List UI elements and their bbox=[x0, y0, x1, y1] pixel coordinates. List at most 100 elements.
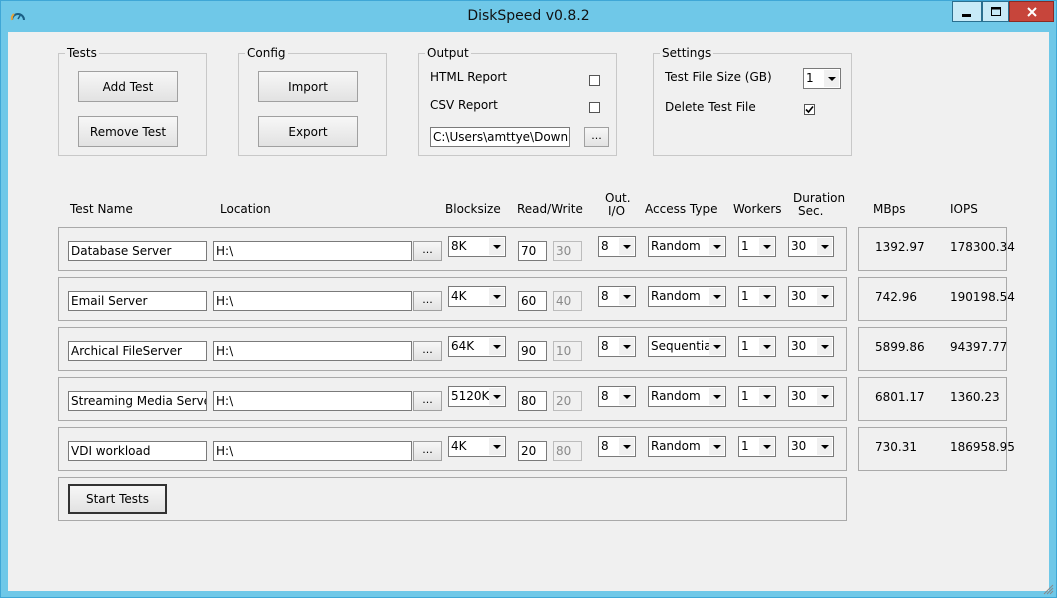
chevron-down-icon bbox=[817, 388, 832, 405]
workers-select-value: 1 bbox=[741, 239, 749, 253]
location-field[interactable]: H:\ bbox=[213, 391, 412, 411]
location-browse-button[interactable]: ... bbox=[413, 441, 442, 461]
location-browse-button[interactable]: ... bbox=[413, 291, 442, 311]
chevron-down-icon bbox=[619, 238, 634, 255]
outstanding-io-select[interactable]: 8 bbox=[598, 286, 636, 307]
chevron-down-icon bbox=[619, 288, 634, 305]
window-title: DiskSpeed v0.8.2 bbox=[467, 8, 590, 24]
duration-select[interactable]: 30 bbox=[788, 336, 834, 357]
blocksize-select[interactable]: 5120K bbox=[448, 386, 506, 407]
access-type-select-value: Random bbox=[651, 289, 701, 303]
blocksize-select-value: 64K bbox=[451, 339, 475, 353]
chevron-down-icon bbox=[817, 438, 832, 455]
blocksize-select[interactable]: 8K bbox=[448, 236, 506, 257]
test-name-field[interactable]: VDI workload bbox=[68, 441, 207, 461]
location-browse-button[interactable]: ... bbox=[413, 391, 442, 411]
add-test-button[interactable]: Add Test bbox=[78, 71, 178, 102]
read-percent-field[interactable]: 60 bbox=[518, 291, 547, 311]
col-mbps: MBps bbox=[873, 202, 906, 216]
chevron-down-icon bbox=[817, 238, 832, 255]
title-bar[interactable]: DiskSpeed v0.8.2 bbox=[1, 1, 1056, 31]
output-path-field[interactable]: C:\Users\amttye\Downloads bbox=[430, 127, 570, 147]
col-duration-2: Sec. bbox=[798, 204, 824, 218]
duration-select-value: 30 bbox=[791, 389, 807, 403]
read-percent-field[interactable]: 90 bbox=[518, 341, 547, 361]
import-button[interactable]: Import bbox=[258, 71, 358, 102]
chevron-down-icon bbox=[824, 70, 839, 87]
export-button[interactable]: Export bbox=[258, 116, 358, 147]
outstanding-io-select-value: 8 bbox=[601, 339, 609, 353]
remove-test-button[interactable]: Remove Test bbox=[78, 116, 178, 147]
output-browse-button[interactable]: ... bbox=[584, 127, 609, 147]
delete-file-checkbox[interactable] bbox=[804, 104, 815, 115]
minimize-icon bbox=[962, 13, 971, 17]
chevron-down-icon bbox=[709, 438, 724, 455]
mbps-value: 1392.97 bbox=[875, 240, 925, 254]
col-out-io-2: I/O bbox=[608, 204, 626, 218]
chevron-down-icon bbox=[759, 388, 774, 405]
workers-select-value: 1 bbox=[741, 339, 749, 353]
access-type-select[interactable]: Random bbox=[648, 386, 726, 407]
access-type-select[interactable]: Random bbox=[648, 236, 726, 257]
html-report-checkbox[interactable] bbox=[589, 75, 600, 86]
duration-select[interactable]: 30 bbox=[788, 236, 834, 257]
chevron-down-icon bbox=[709, 388, 724, 405]
location-browse-button[interactable]: ... bbox=[413, 241, 442, 261]
chevron-down-icon bbox=[489, 338, 504, 355]
col-workers: Workers bbox=[733, 202, 782, 216]
resize-grip-icon[interactable] bbox=[1042, 583, 1054, 595]
mbps-value: 730.31 bbox=[875, 440, 917, 454]
chevron-down-icon bbox=[817, 338, 832, 355]
location-field[interactable]: H:\ bbox=[213, 441, 412, 461]
blocksize-select-value: 4K bbox=[451, 289, 467, 303]
iops-value: 178300.34 bbox=[950, 240, 1015, 254]
access-type-select-value: Random bbox=[651, 239, 701, 253]
csv-report-checkbox[interactable] bbox=[589, 102, 600, 113]
test-row: Database Server H:\ ... 8K 70 30 8 Rando… bbox=[8, 227, 1049, 271]
chevron-down-icon bbox=[709, 338, 724, 355]
maximize-icon bbox=[990, 6, 1001, 16]
read-percent-field[interactable]: 20 bbox=[518, 441, 547, 461]
access-type-select[interactable]: Sequential bbox=[648, 336, 726, 357]
duration-select[interactable]: 30 bbox=[788, 436, 834, 457]
chevron-down-icon bbox=[619, 388, 634, 405]
outstanding-io-select-value: 8 bbox=[601, 289, 609, 303]
access-type-select[interactable]: Random bbox=[648, 286, 726, 307]
location-field[interactable]: H:\ bbox=[213, 241, 412, 261]
maximize-button[interactable] bbox=[982, 1, 1009, 22]
minimize-button[interactable] bbox=[952, 1, 982, 22]
outstanding-io-select[interactable]: 8 bbox=[598, 386, 636, 407]
outstanding-io-select[interactable]: 8 bbox=[598, 236, 636, 257]
duration-select[interactable]: 30 bbox=[788, 286, 834, 307]
read-percent-field[interactable]: 80 bbox=[518, 391, 547, 411]
test-name-field[interactable]: Database Server bbox=[68, 241, 207, 261]
duration-select-value: 30 bbox=[791, 439, 807, 453]
blocksize-select[interactable]: 4K bbox=[448, 436, 506, 457]
file-size-select[interactable]: 1 bbox=[803, 68, 841, 89]
outstanding-io-select-value: 8 bbox=[601, 239, 609, 253]
close-button[interactable] bbox=[1009, 1, 1054, 22]
access-type-select[interactable]: Random bbox=[648, 436, 726, 457]
blocksize-select[interactable]: 4K bbox=[448, 286, 506, 307]
workers-select[interactable]: 1 bbox=[738, 286, 776, 307]
workers-select[interactable]: 1 bbox=[738, 236, 776, 257]
location-browse-button[interactable]: ... bbox=[413, 341, 442, 361]
workers-select[interactable]: 1 bbox=[738, 336, 776, 357]
col-read-write: Read/Write bbox=[517, 202, 583, 216]
test-name-field[interactable]: Streaming Media Server bbox=[68, 391, 207, 411]
outstanding-io-select[interactable]: 8 bbox=[598, 336, 636, 357]
read-percent-field[interactable]: 70 bbox=[518, 241, 547, 261]
workers-select[interactable]: 1 bbox=[738, 386, 776, 407]
start-tests-button[interactable]: Start Tests bbox=[68, 484, 167, 514]
test-name-field[interactable]: Email Server bbox=[68, 291, 207, 311]
outstanding-io-select[interactable]: 8 bbox=[598, 436, 636, 457]
blocksize-select[interactable]: 64K bbox=[448, 336, 506, 357]
location-field[interactable]: H:\ bbox=[213, 291, 412, 311]
test-name-field[interactable]: Archical FileServer bbox=[68, 341, 207, 361]
duration-select[interactable]: 30 bbox=[788, 386, 834, 407]
location-field[interactable]: H:\ bbox=[213, 341, 412, 361]
duration-select-value: 30 bbox=[791, 289, 807, 303]
mbps-value: 5899.86 bbox=[875, 340, 925, 354]
access-type-select-value: Random bbox=[651, 389, 701, 403]
workers-select[interactable]: 1 bbox=[738, 436, 776, 457]
